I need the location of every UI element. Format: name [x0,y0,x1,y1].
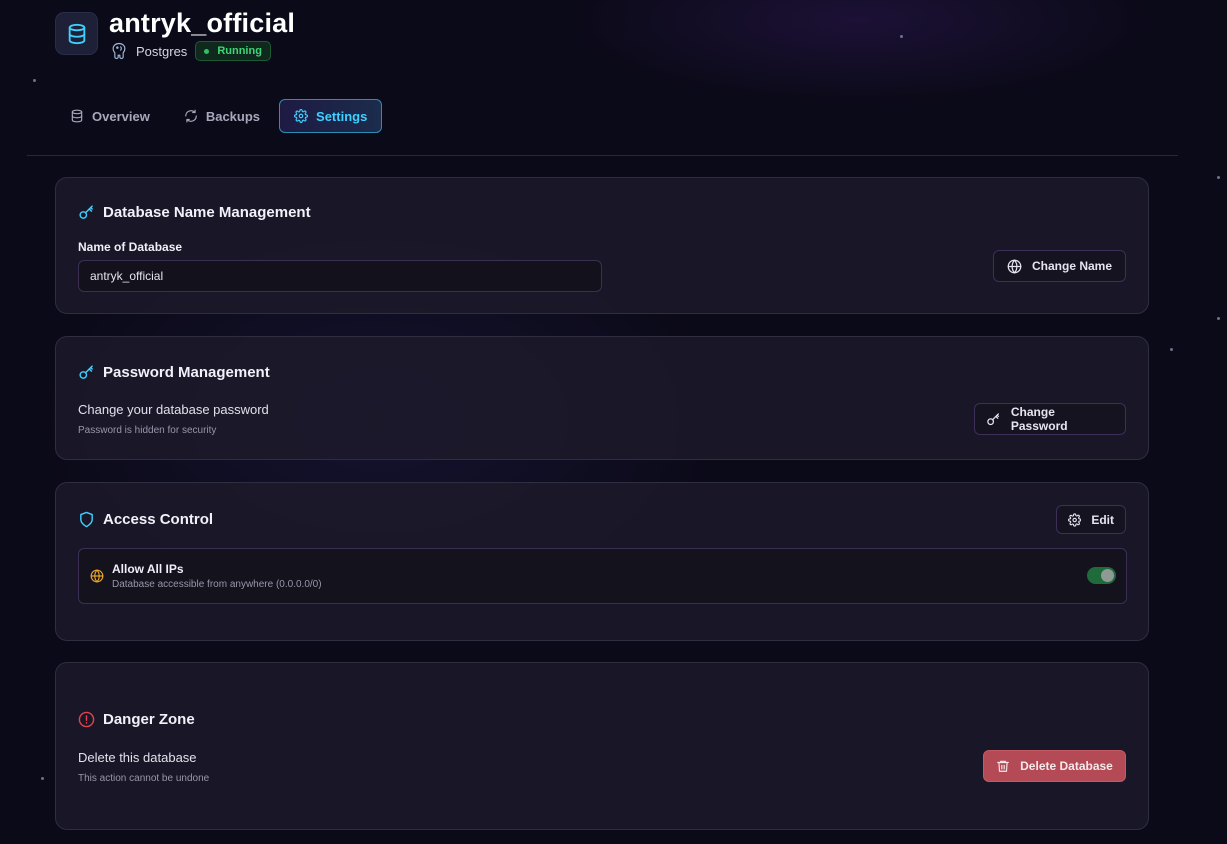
key-icon [79,365,93,379]
tab-label: Backups [205,108,261,124]
card-title: Password Management [78,364,270,381]
allow-all-ips-toggle[interactable] [1087,567,1116,584]
database-name-input[interactable] [78,260,602,292]
key-icon [987,412,1000,425]
engine-label: Postgres [136,43,188,59]
allow-all-ips-description: Database accessible from anywhere (0.0.0… [112,579,322,590]
password-hint: Password is hidden for security [78,425,217,436]
refresh-icon [184,109,197,123]
tab-overview[interactable]: Overview [55,99,165,133]
delete-database-button[interactable]: Delete Database [983,750,1126,782]
card-title: Danger Zone [78,711,195,728]
database-name-label: Name of Database [78,240,183,254]
tab-settings[interactable]: Settings [279,99,383,133]
danger-hint: This action cannot be undone [78,773,210,784]
shield-icon [80,511,93,528]
database-icon [71,109,83,123]
globe-icon [1007,258,1022,274]
database-icon [55,12,98,55]
gear-icon [1068,512,1082,527]
alert-circle-icon [78,711,95,728]
password-description: Change your database password [78,402,269,417]
gear-icon [294,109,308,123]
postgres-elephant-icon [109,41,129,61]
allow-all-ips-title: Allow All IPs [112,562,184,576]
danger-description: Delete this database [78,750,197,765]
danger-zone-card: Danger Zone Delete this database This ac… [55,662,1149,830]
tab-backups[interactable]: Backups [169,99,275,133]
background-dot [900,35,903,38]
edit-access-button[interactable]: Edit [1056,505,1126,534]
globe-icon [90,569,104,583]
tab-label: Settings [316,108,368,124]
tab-label: Overview [92,108,150,124]
page-header: antryk_official Postgres Running [55,8,295,61]
key-icon [79,205,93,219]
password-card: Password Management Change your database… [55,336,1149,460]
card-title: Database Name Management [78,204,311,221]
access-control-card: Access Control Edit Allow All IPs Databa… [55,482,1149,641]
background-dot [33,79,36,82]
header-divider [27,155,1178,156]
change-name-button[interactable]: Change Name [993,250,1126,282]
background-dot [1170,348,1173,351]
trash-icon [997,760,1009,772]
background-dot [41,777,44,780]
change-password-button[interactable]: Change Password [974,403,1126,435]
status-dot-icon [204,48,210,54]
toggle-knob [1101,569,1114,582]
status-badge: Running [195,41,271,61]
status-text: Running [217,45,262,57]
background-dot [1217,176,1220,179]
page-title: antryk_official [109,8,296,38]
background-dot [1217,317,1220,320]
card-title: Access Control [78,511,213,528]
tab-bar: Overview Backups Settings [55,99,386,133]
allow-all-ips-row: Allow All IPs Database accessible from a… [78,548,1127,604]
database-name-card: Database Name Management Name of Databas… [55,177,1149,314]
